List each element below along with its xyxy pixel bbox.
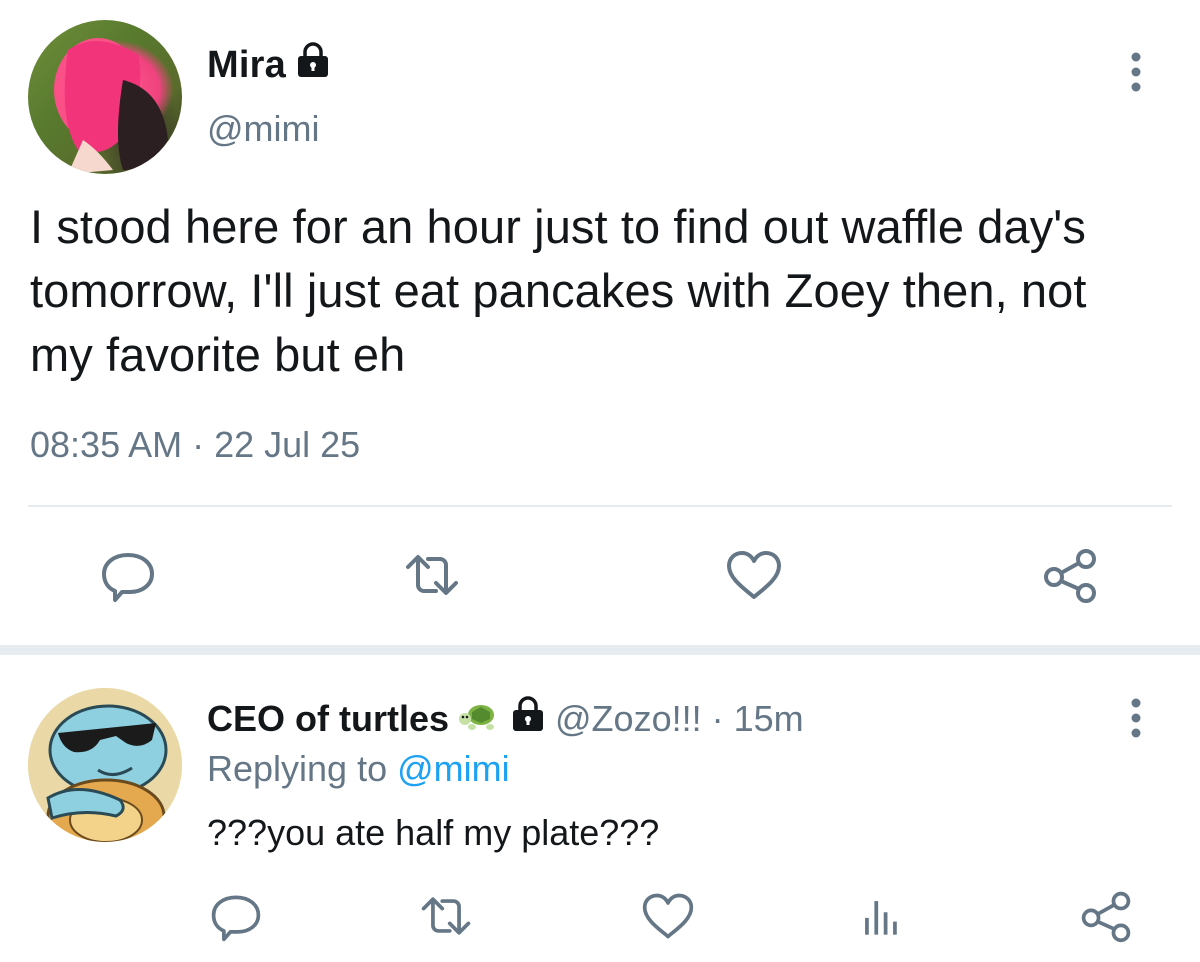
author-avatar[interactable] [28, 20, 182, 174]
more-options-icon[interactable] [1124, 696, 1148, 740]
tweet-text: I stood here for an hour just to find ou… [30, 200, 1087, 381]
avatar-image [28, 688, 182, 842]
like-button[interactable] [724, 545, 784, 605]
reply-text: ???you ate half my plate??? [207, 812, 660, 853]
like-icon [642, 893, 694, 939]
replying-to-label: Replying to [207, 748, 388, 789]
retweet-icon [421, 897, 471, 935]
separator-dot: · [711, 697, 724, 739]
analytics-icon [865, 901, 897, 935]
lock-icon [296, 42, 330, 88]
like-icon [727, 551, 781, 599]
share-icon [1044, 549, 1096, 603]
section-separator [0, 645, 1200, 655]
share-button[interactable] [1078, 888, 1134, 944]
turtle-icon [459, 698, 501, 740]
share-icon [1081, 891, 1131, 943]
analytics-button[interactable] [852, 888, 908, 944]
like-button[interactable] [640, 888, 696, 944]
author-handle[interactable]: @mimi [207, 108, 320, 150]
author-name-row: Mira [207, 42, 330, 88]
reply-author-avatar[interactable] [28, 688, 182, 842]
reply-time[interactable]: 15m [734, 698, 804, 740]
share-button[interactable] [1040, 545, 1100, 605]
reply-header: CEO of turtles @Zozo!!! · 15m [207, 696, 804, 741]
reply-author-handle[interactable]: @Zozo!!! [555, 698, 702, 740]
avatar-image [54, 38, 168, 174]
retweet-icon [406, 555, 458, 595]
divider [28, 505, 1172, 507]
reply-button[interactable] [208, 888, 264, 944]
more-options-icon[interactable] [1124, 50, 1148, 94]
reply-icon [102, 553, 154, 602]
reply-icon [211, 895, 261, 942]
reply-button[interactable] [98, 545, 158, 605]
retweet-button[interactable] [418, 888, 474, 944]
retweet-button[interactable] [402, 545, 462, 605]
author-name[interactable]: Mira [207, 44, 286, 87]
lock-icon [511, 696, 545, 741]
tweet-timestamp[interactable]: 08:35 AM · 22 Jul 25 [30, 424, 360, 466]
replying-to-mention[interactable]: @mimi [397, 748, 510, 789]
replying-to: Replying to @mimi [207, 748, 510, 790]
reply-author-name[interactable]: CEO of turtles [207, 698, 449, 740]
